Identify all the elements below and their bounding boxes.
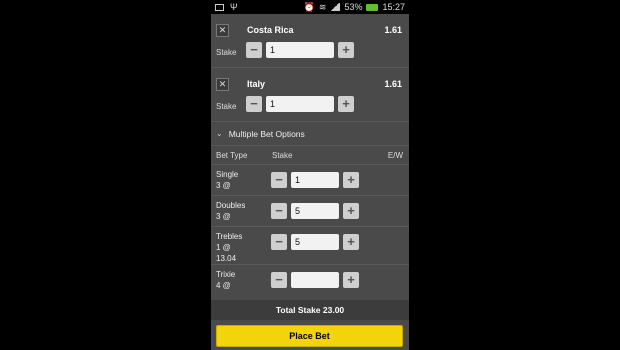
decrease-stake-button[interactable]: − bbox=[271, 234, 287, 250]
bet-type-count: 4 @ bbox=[216, 281, 231, 290]
selection-odds: 1.61 bbox=[384, 79, 402, 89]
chevron-down-icon: ⌄ bbox=[216, 129, 223, 138]
battery-percent: 53% bbox=[344, 2, 363, 12]
bet-type-count: 1 @ bbox=[216, 243, 231, 252]
bet-type-row: Trixie 4 @ − + bbox=[211, 265, 409, 297]
stake-label: Stake bbox=[216, 102, 237, 111]
bet-type-odds: 13.04 bbox=[216, 254, 237, 263]
selection-name: Italy bbox=[247, 79, 266, 89]
bet-type-name: Trebles bbox=[216, 232, 243, 241]
bet-selection: ✕ Italy 1.61 Stake − 1 + bbox=[211, 68, 409, 122]
bet-type-header: Bet Type bbox=[216, 150, 248, 160]
bet-type-name: Doubles bbox=[216, 201, 246, 210]
stake-input[interactable]: 1 bbox=[266, 42, 334, 58]
alarm-icon: ⏰ bbox=[303, 1, 315, 12]
multiple-bet-options-title: Multiple Bet Options bbox=[228, 128, 305, 139]
stake-label: Stake bbox=[216, 48, 237, 57]
decrease-stake-button[interactable]: − bbox=[246, 42, 262, 58]
decrease-stake-button[interactable]: − bbox=[271, 203, 287, 219]
stake-header: Stake bbox=[272, 150, 293, 160]
decrease-stake-button[interactable]: − bbox=[271, 272, 287, 288]
bet-selection: ✕ Costa Rica 1.61 Stake − 1 + bbox=[211, 14, 409, 68]
status-bar: Ψ ⏰ ≋ 53% 15:27 bbox=[211, 0, 409, 14]
remove-selection-button[interactable]: ✕ bbox=[216, 24, 229, 37]
increase-stake-button[interactable]: + bbox=[343, 272, 359, 288]
decrease-stake-button[interactable]: − bbox=[246, 96, 262, 112]
bet-type-row: Trebles 1 @ 13.04 − 5 + bbox=[211, 227, 409, 265]
bet-type-name: Trixie bbox=[216, 270, 236, 279]
usb-icon: Ψ bbox=[230, 2, 238, 12]
increase-stake-button[interactable]: + bbox=[338, 42, 354, 58]
stake-input[interactable]: 5 bbox=[291, 234, 339, 250]
selection-odds: 1.61 bbox=[384, 25, 402, 35]
place-bet-button[interactable]: Place Bet bbox=[216, 325, 403, 347]
ew-header: E/W bbox=[387, 150, 403, 160]
increase-stake-button[interactable]: + bbox=[343, 172, 359, 188]
signal-icon bbox=[330, 3, 341, 11]
keyboard-icon bbox=[215, 3, 224, 11]
stake-input[interactable]: 1 bbox=[291, 172, 339, 188]
increase-stake-button[interactable]: + bbox=[343, 234, 359, 250]
stake-input[interactable] bbox=[291, 272, 339, 288]
bet-type-table-header: Bet Type Stake E/W bbox=[211, 146, 409, 165]
stake-input[interactable]: 1 bbox=[266, 96, 334, 112]
increase-stake-button[interactable]: + bbox=[343, 203, 359, 219]
bet-type-row: Doubles 3 @ − 5 + bbox=[211, 196, 409, 227]
total-stake: Total Stake 23.00 bbox=[211, 300, 409, 320]
multiple-bet-options-toggle[interactable]: ⌄ Multiple Bet Options bbox=[211, 122, 409, 146]
clock: 15:27 bbox=[382, 2, 405, 12]
bet-type-name: Single bbox=[216, 170, 239, 179]
betslip-screen: Ψ ⏰ ≋ 53% 15:27 ✕ Costa Rica 1.61 Stake … bbox=[211, 0, 409, 350]
battery-icon bbox=[366, 3, 379, 11]
wifi-icon: ≋ bbox=[318, 1, 327, 12]
bet-type-count: 3 @ bbox=[216, 181, 231, 190]
bet-type-row: Single 3 @ − 1 + bbox=[211, 165, 409, 196]
selection-name: Costa Rica bbox=[247, 25, 294, 35]
increase-stake-button[interactable]: + bbox=[338, 96, 354, 112]
bet-type-count: 3 @ bbox=[216, 212, 231, 221]
decrease-stake-button[interactable]: − bbox=[271, 172, 287, 188]
stake-input[interactable]: 5 bbox=[291, 203, 339, 219]
remove-selection-button[interactable]: ✕ bbox=[216, 78, 229, 91]
